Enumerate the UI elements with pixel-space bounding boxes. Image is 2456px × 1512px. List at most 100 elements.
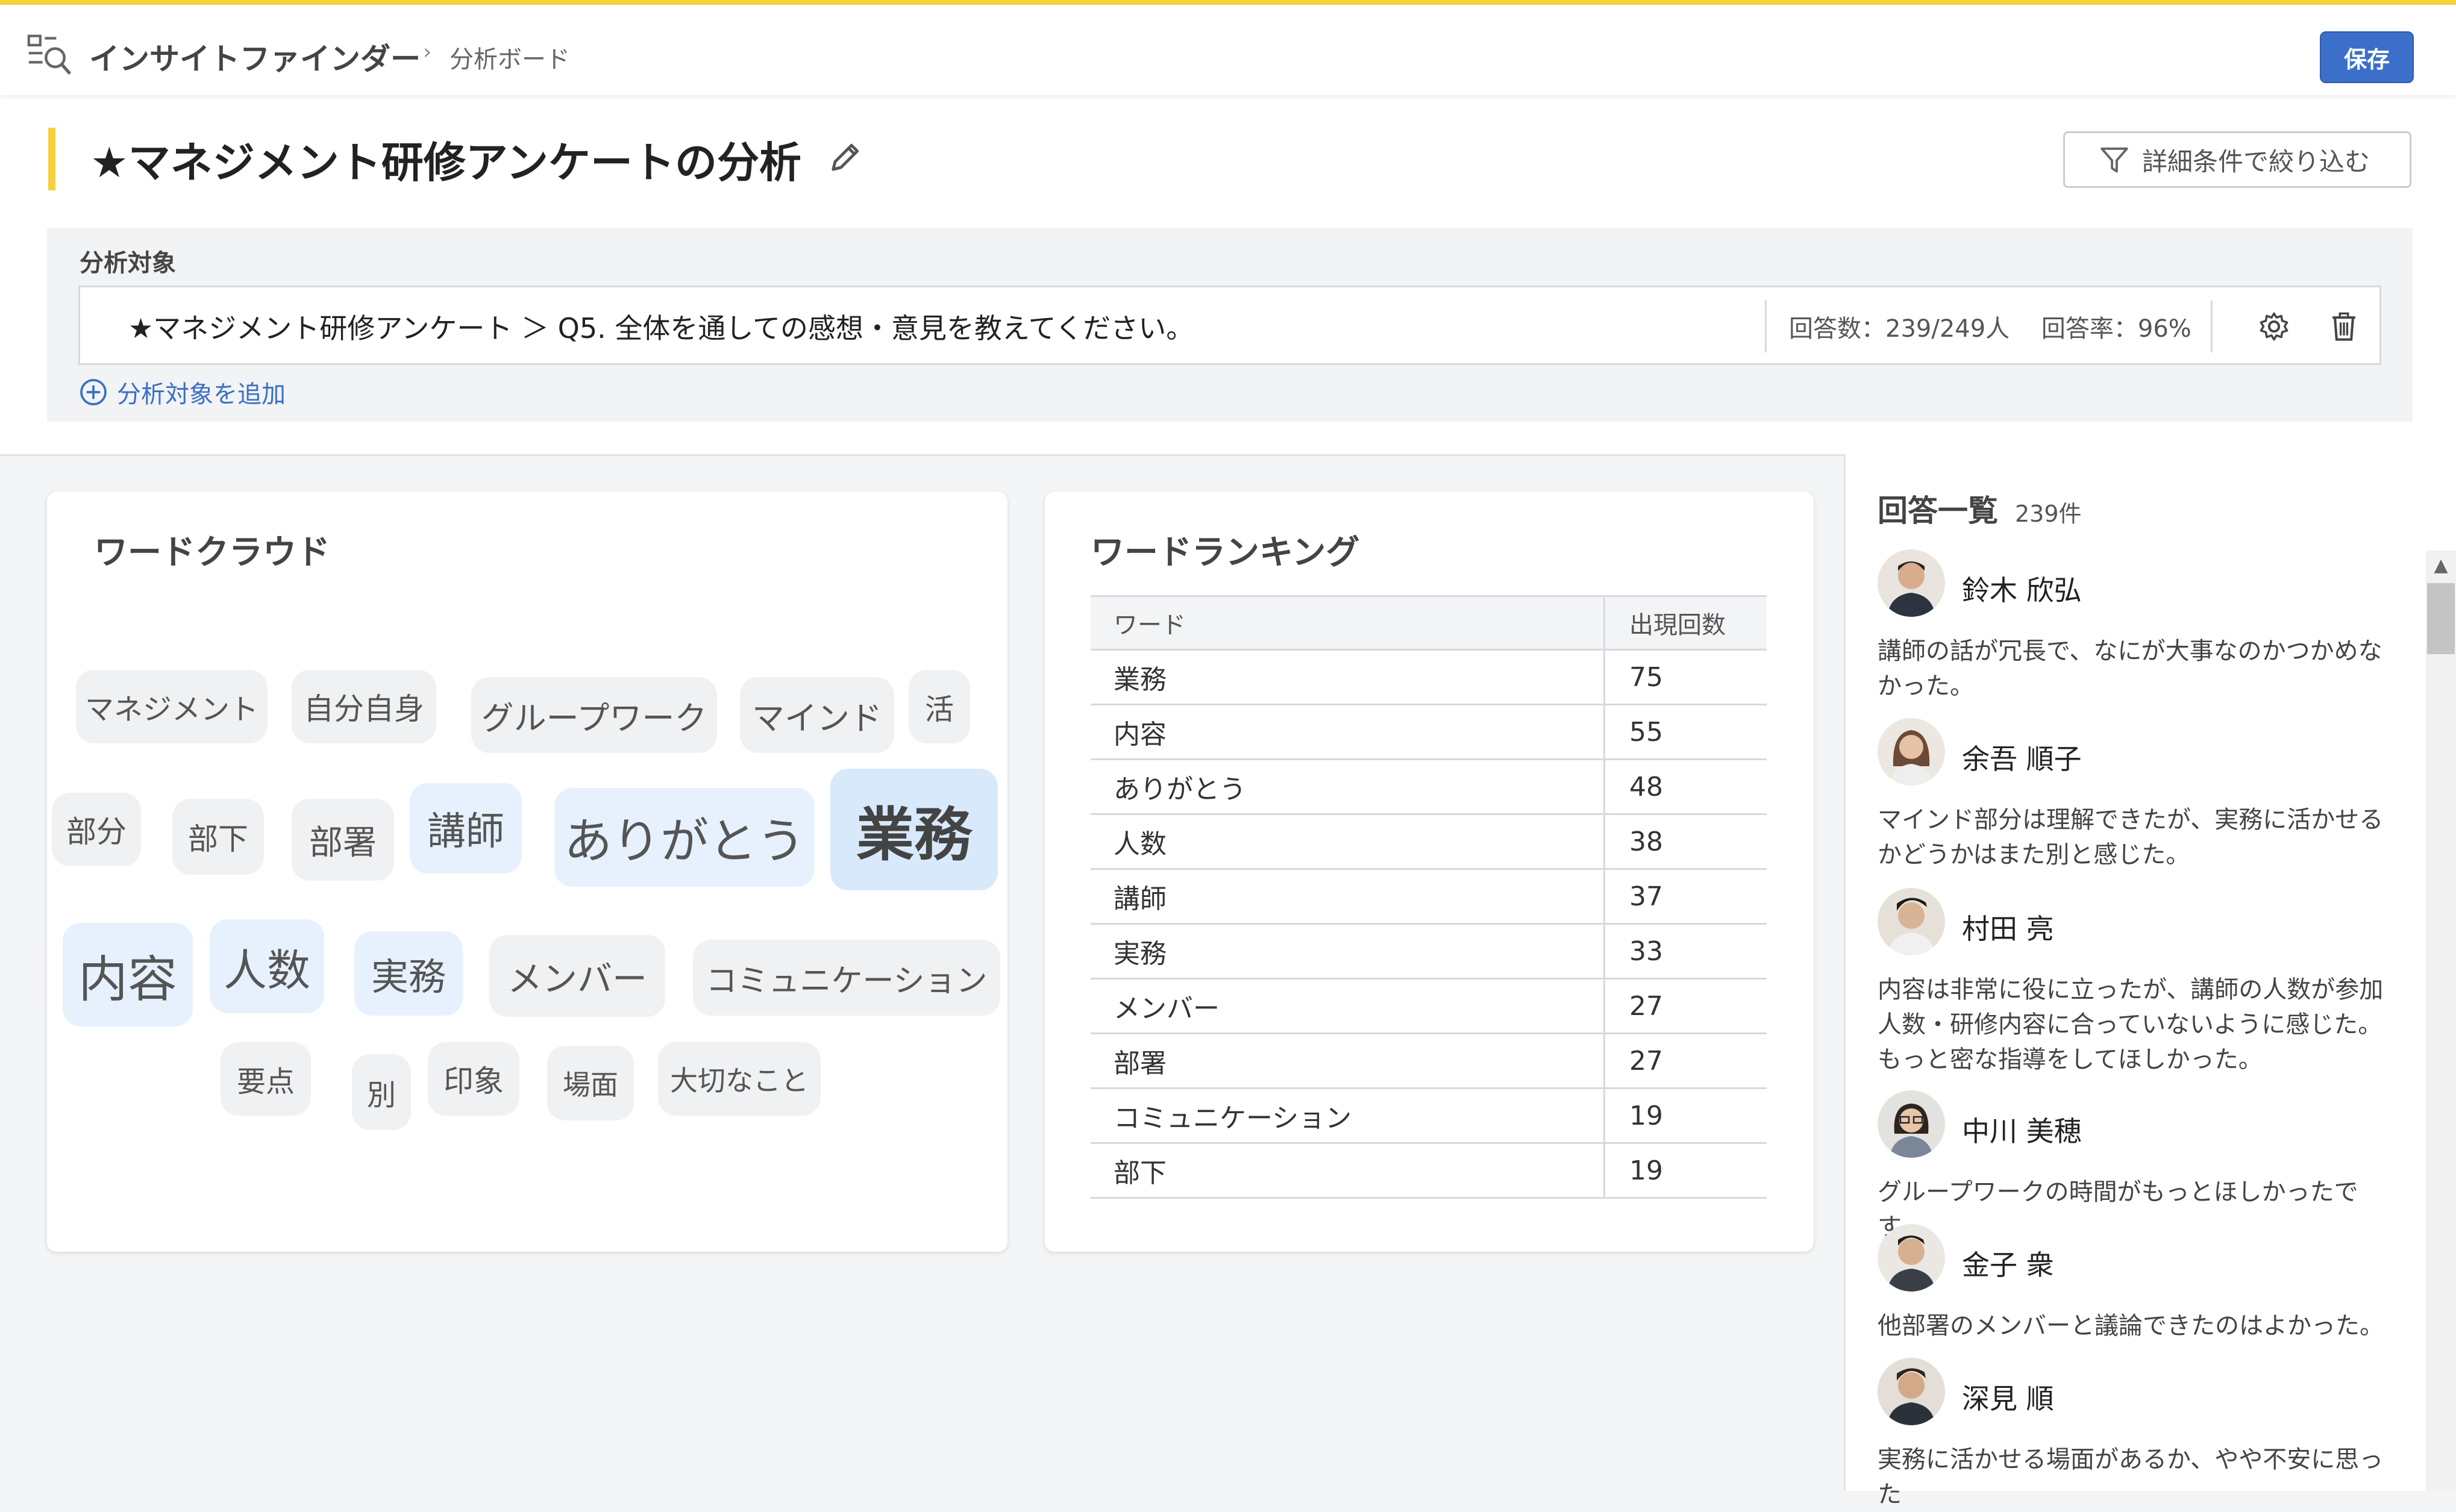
column-header-word[interactable]: ワード (1091, 595, 1605, 651)
table-row[interactable]: ありがとう 48 (1091, 759, 1767, 815)
trash-icon[interactable] (2328, 310, 2360, 343)
app-name[interactable]: インサイトファインダー (89, 35, 421, 78)
word-cloud-word[interactable]: 部下 (172, 799, 264, 875)
word-cloud-word[interactable]: 別 (352, 1054, 411, 1130)
avatar (1878, 549, 1945, 617)
word-cloud-word[interactable]: ありがとう (554, 788, 815, 887)
ranking-word: 業務 (1091, 649, 1605, 705)
scrollbar-track[interactable] (2426, 551, 2456, 1491)
word-cloud-word[interactable]: 大切なこと (658, 1042, 821, 1116)
word-cloud-word[interactable]: 部分 (52, 793, 141, 866)
response-text: 講師の話が冗長で、なにが大事なのかつかめなかった。 (1878, 637, 2382, 700)
add-analysis-target-label: 分析対象を追加 (117, 381, 286, 408)
word-ranking-title: ワードランキング (1091, 533, 1360, 572)
ranking-count: 75 (1604, 649, 1767, 705)
word-cloud-word[interactable]: 人数 (210, 919, 324, 1013)
pencil-icon[interactable] (825, 139, 864, 177)
title-accent-bar (48, 128, 55, 190)
avatar (1878, 718, 1945, 786)
responses-count: 239件 (2015, 501, 2082, 527)
breadcrumb-separator: › (423, 40, 432, 64)
scroll-up-arrow-icon[interactable]: ▲ (2427, 551, 2455, 581)
divider (1765, 301, 1767, 352)
ranking-word: コミュニケーション (1091, 1088, 1605, 1144)
response-text: 他部署のメンバーと議論できたのはよかった。 (1878, 1312, 2384, 1340)
response-stats: 回答数：239/249人 回答率：96% (1789, 315, 2191, 343)
word-cloud-word[interactable]: 場面 (547, 1046, 634, 1120)
ranking-count: 19 (1604, 1143, 1767, 1199)
response-text: マインド部分は理解できたが、実務に活かせるかどうかはまた別と感じた。 (1878, 806, 2384, 869)
ranking-count: 48 (1604, 759, 1767, 815)
respondent-name: 村田 亮 (1962, 913, 2054, 945)
word-ranking-table: ワード 出現回数 業務 75 内容 55 ありがとう 48 人数 38 講師 37 実務 3… (1091, 595, 1767, 1199)
word-cloud-word[interactable]: グループワーク (471, 677, 717, 753)
add-analysis-target-link[interactable]: 分析対象を追加 (78, 375, 286, 410)
ranking-count: 33 (1604, 923, 1767, 979)
word-cloud-word[interactable]: 要点 (221, 1042, 311, 1116)
plus-circle-icon (80, 379, 107, 405)
word-cloud-word[interactable]: 活 (909, 670, 970, 743)
analysis-target-label: 分析対象 (80, 249, 176, 277)
table-row[interactable]: 部署 27 (1091, 1033, 1767, 1089)
word-cloud-word[interactable]: 印象 (428, 1042, 519, 1116)
word-cloud-word[interactable]: マネジメント (76, 670, 268, 743)
filter-button-label: 詳細条件で絞り込む (2142, 146, 2370, 177)
avatar (1878, 1224, 1945, 1292)
analysis-target-text: ★マネジメント研修アンケート ＞ Q5. 全体を通しての感想・意見を教えてくださ… (128, 312, 1194, 345)
word-cloud-word[interactable]: 部署 (292, 799, 394, 881)
divider (2211, 301, 2213, 352)
ranking-word: 実務 (1091, 923, 1605, 979)
ranking-word: ありがとう (1091, 759, 1605, 815)
table-row[interactable]: 内容 55 (1091, 704, 1767, 760)
table-row[interactable]: 実務 33 (1091, 923, 1767, 979)
responses-title: 回答一覧 (1878, 493, 1998, 528)
word-cloud-word[interactable]: 実務 (354, 931, 463, 1016)
respondent-name: 余吾 順子 (1962, 743, 2082, 775)
ranking-word: 人数 (1091, 814, 1605, 870)
avatar (1878, 1358, 1945, 1425)
search-list-icon (27, 34, 72, 75)
gear-icon[interactable] (2258, 310, 2290, 343)
save-button[interactable]: 保存 (2320, 31, 2414, 83)
word-cloud-word[interactable]: 内容 (63, 923, 193, 1026)
filter-button[interactable]: 詳細条件で絞り込む (2063, 131, 2411, 188)
ranking-count: 27 (1604, 978, 1767, 1034)
table-row[interactable]: 講師 37 (1091, 869, 1767, 925)
table-row[interactable]: 人数 38 (1091, 814, 1767, 870)
response-text: グループワークの時間がもっとほしかったです。 (1878, 1178, 2358, 1241)
avatar (1878, 888, 1945, 955)
ranking-word: 講師 (1091, 869, 1605, 925)
word-cloud-word[interactable]: メンバー (489, 935, 665, 1017)
ranking-count: 38 (1604, 814, 1767, 870)
word-cloud-word[interactable]: マインド (740, 677, 894, 753)
table-row[interactable]: メンバー 27 (1091, 978, 1767, 1034)
avatar (1878, 1090, 1945, 1158)
table-row[interactable]: コミュニケーション 19 (1091, 1088, 1767, 1144)
filter-icon (2100, 147, 2128, 173)
ranking-count: 27 (1604, 1033, 1767, 1089)
respondent-name: 深見 順 (1962, 1382, 2054, 1415)
ranking-word: 内容 (1091, 704, 1605, 760)
table-header-row: ワード 出現回数 (1091, 595, 1767, 651)
word-cloud-title: ワードクラウド (94, 533, 330, 572)
analysis-target-row: ★マネジメント研修アンケート ＞ Q5. 全体を通しての感想・意見を教えてくださ… (78, 286, 2381, 365)
ranking-count: 55 (1604, 704, 1767, 760)
response-text: 実務に活かせる場面があるか、やや不安に思った (1878, 1446, 2384, 1508)
table-row[interactable]: 業務 75 (1091, 649, 1767, 705)
ranking-count: 19 (1604, 1088, 1767, 1144)
response-text: 内容は非常に役に立ったが、講師の人数が参加人数・研修内容に合っていないように感じ… (1878, 976, 2384, 1073)
breadcrumb[interactable]: 分析ボード (450, 40, 570, 75)
word-cloud-word[interactable]: 講師 (410, 783, 522, 873)
ranking-word: 部署 (1091, 1033, 1605, 1089)
respondent-name: 金子 衆 (1962, 1249, 2054, 1281)
ranking-word: 部下 (1091, 1143, 1605, 1199)
word-cloud-word[interactable]: 自分自身 (292, 670, 436, 743)
word-cloud-word[interactable]: コミュニケーション (693, 940, 1000, 1016)
respondent-name: 鈴木 欣弘 (1962, 574, 2082, 607)
table-row[interactable]: 部下 19 (1091, 1143, 1767, 1199)
scrollbar-thumb[interactable] (2427, 583, 2455, 654)
page-title: ★マネジメント研修アンケートの分析 (90, 138, 801, 187)
ranking-count: 37 (1604, 869, 1767, 925)
word-cloud-word[interactable]: 業務 (830, 769, 998, 890)
column-header-count[interactable]: 出現回数 (1604, 595, 1767, 651)
